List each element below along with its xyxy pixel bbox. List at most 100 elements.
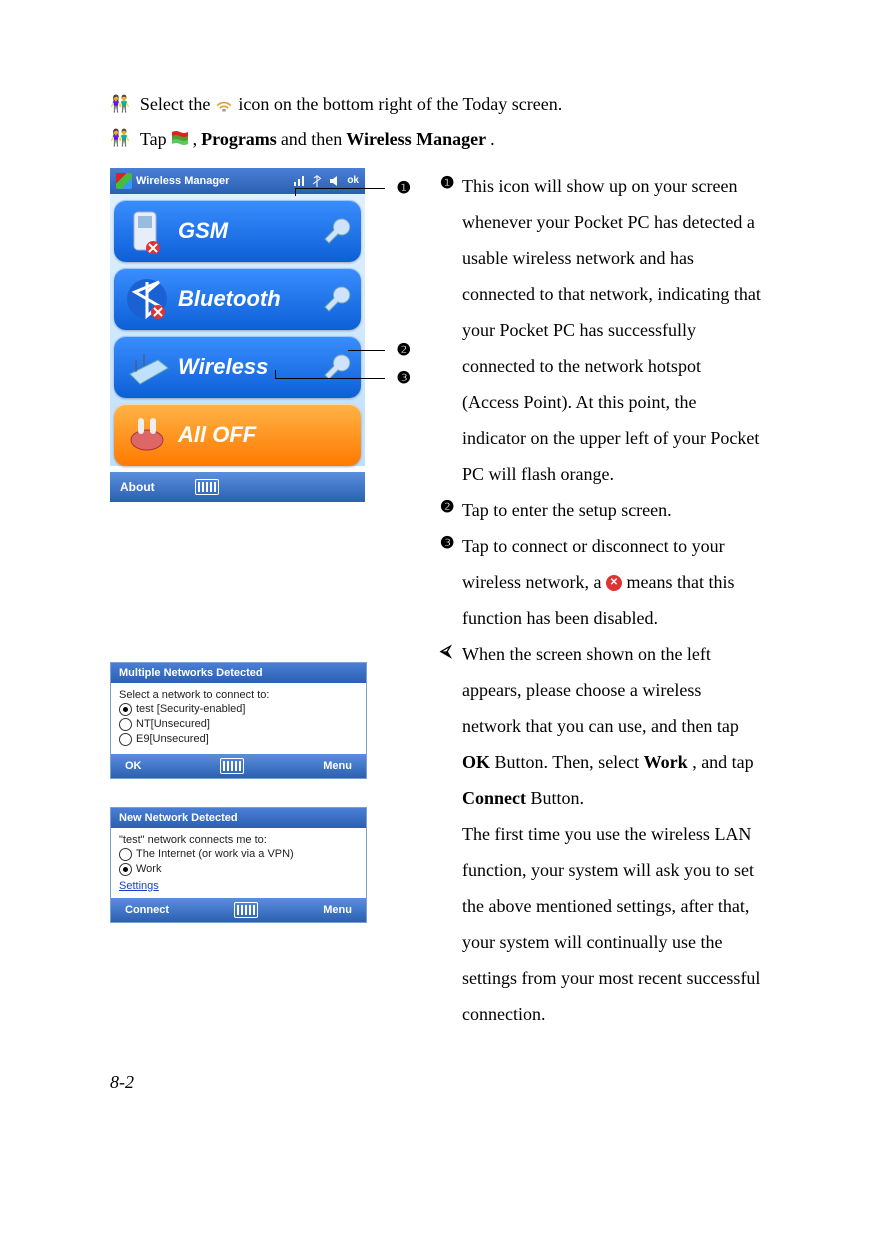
callout-text: Tap to connect or disconnect to your wir… xyxy=(462,528,762,636)
signal-tray-icon[interactable] xyxy=(293,175,305,187)
popup-body: "test" network connects me to: The Inter… xyxy=(111,828,366,898)
text: icon on the bottom right of the Today sc… xyxy=(238,90,562,119)
popup-subtitle: "test" network connects me to: xyxy=(119,834,358,846)
callout-c: ⮘ When the screen shown on the left appe… xyxy=(440,636,762,816)
wm-body: GSM Bluetooth xyxy=(110,194,365,466)
phone-icon xyxy=(124,208,170,254)
network-option[interactable]: E9[Unsecured] xyxy=(119,733,358,746)
wm-footer: About xyxy=(110,472,365,502)
menu-button[interactable]: Menu xyxy=(323,760,352,772)
option-label: Work xyxy=(136,863,161,875)
router-icon xyxy=(124,344,170,390)
popup-footer: Connect Menu xyxy=(111,898,366,922)
text: Button. Then, select xyxy=(495,752,640,772)
radio-icon[interactable] xyxy=(119,733,132,746)
text: , and tap xyxy=(692,752,753,772)
callout-3: ❸ Tap to connect or disconnect to your w… xyxy=(440,528,762,636)
instruction-line-1: 👫 Select the icon on the bottom right of… xyxy=(110,90,762,119)
bluetooth-icon xyxy=(124,276,170,322)
text: Button. xyxy=(531,788,585,808)
ok-button[interactable]: ok xyxy=(347,175,359,186)
multiple-networks-popup: Multiple Networks Detected Select a netw… xyxy=(110,662,367,779)
network-option[interactable]: Work xyxy=(119,863,358,876)
wifi-signal-icon xyxy=(214,94,234,114)
text: and then xyxy=(281,125,342,154)
callout-c-followup: The first time you use the wireless LAN … xyxy=(462,816,762,1032)
gsm-tile[interactable]: GSM xyxy=(114,200,361,262)
manual-page: 👫 Select the icon on the bottom right of… xyxy=(0,0,872,1133)
wrench-icon[interactable] xyxy=(321,283,353,315)
text: , xyxy=(193,125,198,154)
menu-button[interactable]: Menu xyxy=(323,904,352,916)
callout-text: This icon will show up on your screen wh… xyxy=(462,168,762,492)
about-button[interactable]: About xyxy=(120,480,155,494)
disabled-x-icon: ✕ xyxy=(606,575,622,591)
page-number: 8-2 xyxy=(110,1072,762,1093)
callout-number-3: ❸ xyxy=(440,528,462,560)
content-row: Wireless Manager ok xyxy=(110,168,762,1032)
ok-bold: OK xyxy=(462,752,490,772)
callout-number-1: ❶ xyxy=(397,178,411,198)
text: . xyxy=(490,125,495,154)
callout-pointer-3: ❸ xyxy=(275,378,385,379)
keyboard-icon[interactable] xyxy=(195,479,219,495)
popup-body: Select a network to connect to: test [Se… xyxy=(111,683,366,754)
wireless-label: Wireless xyxy=(178,354,268,380)
wireless-manager-screenshot: Wireless Manager ok xyxy=(110,168,365,502)
speaker-tray-icon[interactable] xyxy=(329,175,341,187)
radio-icon[interactable] xyxy=(119,863,132,876)
windows-flag-icon[interactable] xyxy=(116,173,132,189)
gsm-label: GSM xyxy=(178,218,228,244)
network-option[interactable]: test [Security-enabled] xyxy=(119,703,358,716)
callout-number-c: ⮘ xyxy=(440,636,462,668)
power-plug-icon xyxy=(124,412,170,458)
keyboard-icon[interactable] xyxy=(220,758,244,774)
option-label: The Internet (or work via a VPN) xyxy=(136,848,294,860)
network-option[interactable]: The Internet (or work via a VPN) xyxy=(119,848,358,861)
popup-subtitle: Select a network to connect to: xyxy=(119,689,358,701)
wrench-icon[interactable] xyxy=(321,215,353,247)
windows-flag-icon xyxy=(171,130,189,148)
instruction-line-2: 👫 Tap , Programs and then Wireless Manag… xyxy=(110,125,762,154)
text: When the screen shown on the left appear… xyxy=(462,644,739,736)
text-programs: Programs xyxy=(201,125,277,154)
wm-tray: ok xyxy=(293,175,359,187)
option-label: NT[Unsecured] xyxy=(136,718,210,730)
callout-number-2: ❷ xyxy=(440,492,462,524)
wm-titlebar: Wireless Manager ok xyxy=(110,168,365,194)
callout-pointer-1: ❶ xyxy=(295,188,385,189)
work-bold: Work xyxy=(644,752,688,772)
settings-link[interactable]: Settings xyxy=(119,880,358,892)
text: Tap xyxy=(140,125,167,154)
connect-bold: Connect xyxy=(462,788,526,808)
all-off-tile[interactable]: All OFF xyxy=(114,404,361,466)
right-column: ❶ This icon will show up on your screen … xyxy=(440,168,762,1032)
popup-footer: OK Menu xyxy=(111,754,366,778)
callout-1: ❶ This icon will show up on your screen … xyxy=(440,168,762,492)
callout-text: When the screen shown on the left appear… xyxy=(462,636,762,816)
text-wireless-manager: Wireless Manager xyxy=(346,125,486,154)
callout-2: ❷ Tap to enter the setup screen. xyxy=(440,492,762,528)
bluetooth-tile[interactable]: Bluetooth xyxy=(114,268,361,330)
new-network-popup: New Network Detected "test" network conn… xyxy=(110,807,367,923)
text: Select the xyxy=(140,90,210,119)
all-off-label: All OFF xyxy=(178,422,256,448)
hand-icon: 👫 xyxy=(110,126,130,152)
option-label: test [Security-enabled] xyxy=(136,703,245,715)
left-column: Wireless Manager ok xyxy=(110,168,410,923)
wireless-tile[interactable]: Wireless xyxy=(114,336,361,398)
callout-pointer-2: ❷ xyxy=(348,350,385,351)
radio-icon[interactable] xyxy=(119,848,132,861)
radio-icon[interactable] xyxy=(119,703,132,716)
connect-button[interactable]: Connect xyxy=(125,904,169,916)
callout-number-3: ❸ xyxy=(397,368,411,388)
antenna-tray-icon[interactable] xyxy=(311,175,323,187)
radio-icon[interactable] xyxy=(119,718,132,731)
keyboard-icon[interactable] xyxy=(234,902,258,918)
callout-number-1: ❶ xyxy=(440,168,462,200)
callout-text: Tap to enter the setup screen. xyxy=(462,492,762,528)
hand-icon: 👫 xyxy=(110,92,130,118)
ok-button[interactable]: OK xyxy=(125,760,142,772)
popup-title: Multiple Networks Detected xyxy=(111,663,366,683)
network-option[interactable]: NT[Unsecured] xyxy=(119,718,358,731)
